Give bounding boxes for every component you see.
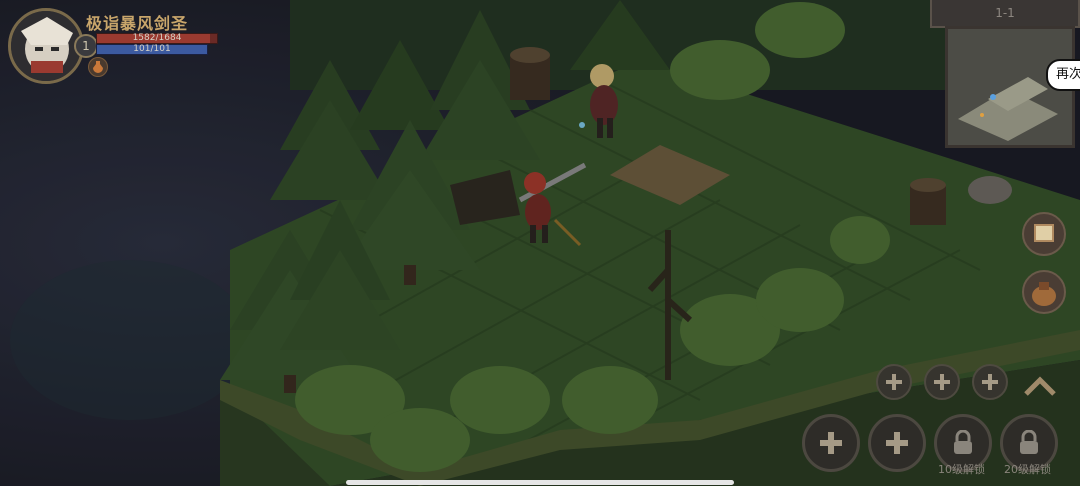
bag-icon[interactable]	[1022, 270, 1066, 314]
hp-text: 1582/1684	[132, 33, 182, 43]
retry-bubble[interactable]: 再次	[1046, 59, 1080, 91]
hero-title: 极诣暴风剑圣	[86, 14, 189, 33]
mp-bar: 101/101	[96, 44, 208, 55]
game-scene[interactable]	[0, 0, 1080, 486]
skill-slot-1[interactable]	[802, 414, 860, 472]
lock-icon	[1020, 430, 1038, 454]
book-icon[interactable]	[1022, 212, 1066, 256]
plus-icon	[820, 432, 842, 454]
plus-icon	[982, 374, 998, 390]
level-badge: 1	[74, 34, 98, 58]
hero-portrait-icon[interactable]	[8, 8, 84, 84]
chevron-up-icon[interactable]	[1020, 368, 1060, 404]
skill-slot-2[interactable]	[868, 414, 926, 472]
quick-slot-1[interactable]	[876, 364, 912, 400]
stage-label: 1-1	[930, 0, 1080, 28]
hp-bar: 1582/1684	[96, 33, 218, 44]
potion-icon[interactable]	[88, 57, 108, 77]
unlock-label-10: 10级解锁	[938, 463, 985, 476]
lock-icon	[954, 430, 972, 454]
home-indicator[interactable]	[346, 480, 734, 485]
plus-icon	[934, 374, 950, 390]
quick-slot-3[interactable]	[972, 364, 1008, 400]
mp-text: 101/101	[133, 44, 171, 54]
quick-slot-2[interactable]	[924, 364, 960, 400]
plus-icon	[886, 374, 902, 390]
plus-icon	[886, 432, 908, 454]
unlock-label-20: 20级解锁	[1004, 463, 1051, 476]
